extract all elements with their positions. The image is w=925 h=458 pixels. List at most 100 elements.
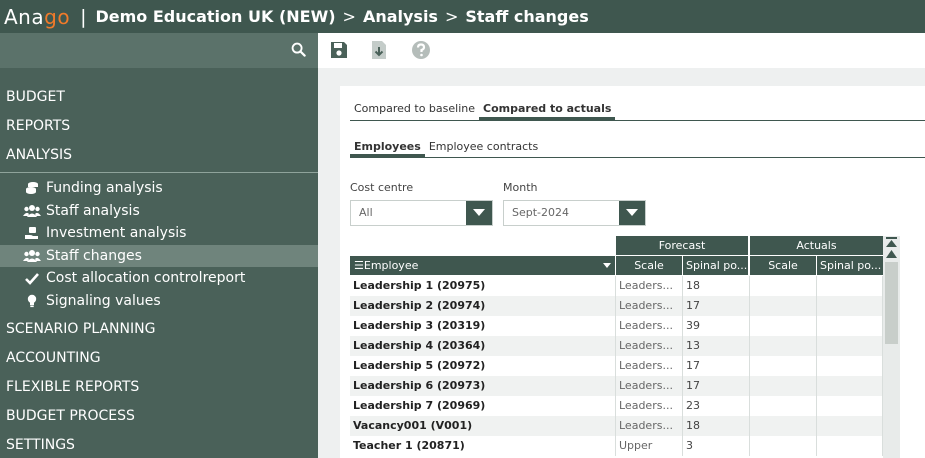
cell-forecast-scale[interactable]: Leaders... xyxy=(616,336,683,356)
cell-employee[interactable]: Leadership 4 (20364) xyxy=(350,336,616,356)
month-select[interactable]: Sept-2024 xyxy=(503,200,646,226)
sidebar-item-budget[interactable]: BUDGET xyxy=(0,83,318,112)
tab-compared-to-actuals[interactable]: Compared to actuals xyxy=(479,100,616,120)
chevron-down-icon[interactable] xyxy=(466,201,492,225)
column-header-actuals-spinal-point[interactable]: Spinal po... xyxy=(817,256,883,275)
cell-forecast-scale[interactable]: Leaders... xyxy=(616,356,683,376)
cell-actuals-spinal-point[interactable] xyxy=(817,296,883,316)
help-icon[interactable] xyxy=(411,40,431,60)
cell-employee[interactable]: Leadership 7 (20969) xyxy=(350,396,616,416)
scroll-top-icon[interactable] xyxy=(886,237,897,247)
cell-forecast-spinal-point[interactable]: 17 xyxy=(683,376,750,396)
sidebar-subitem-funding-analysis[interactable]: Funding analysis xyxy=(0,177,318,200)
cell-employee[interactable]: Vacancy001 (V001) xyxy=(350,416,616,436)
cell-forecast-spinal-point[interactable]: 39 xyxy=(683,316,750,336)
cell-forecast-spinal-point[interactable]: 17 xyxy=(683,356,750,376)
tab-employee-contracts[interactable]: Employee contracts xyxy=(425,138,542,157)
sidebar-subitem-label: Investment analysis xyxy=(46,225,187,242)
chevron-down-icon[interactable] xyxy=(603,263,611,268)
month-label: Month xyxy=(503,181,538,194)
sidebar-item-analysis[interactable]: ANALYSIS xyxy=(0,141,318,170)
month-value: Sept-2024 xyxy=(512,206,570,219)
sidebar-subitem-label: Staff changes xyxy=(46,247,142,264)
column-header-forecast-spinal-point[interactable]: Spinal po... xyxy=(683,256,748,275)
cell-actuals-spinal-point[interactable] xyxy=(817,316,883,336)
sidebar-item-budget-process[interactable]: BUDGET PROCESS xyxy=(0,402,318,431)
table-row[interactable]: Leadership 2 (20974) Leaders... 17 xyxy=(350,296,883,316)
search-icon[interactable] xyxy=(291,42,306,57)
cell-actuals-scale[interactable] xyxy=(750,316,817,336)
cell-actuals-spinal-point[interactable] xyxy=(817,396,883,416)
cell-employee[interactable]: Leadership 6 (20973) xyxy=(350,376,616,396)
cell-actuals-scale[interactable] xyxy=(750,436,817,456)
table-row[interactable]: Leadership 4 (20364) Leaders... 13 xyxy=(350,336,883,356)
table-row[interactable]: Leadership 5 (20972) Leaders... 17 xyxy=(350,356,883,376)
cell-forecast-scale[interactable]: Upper xyxy=(616,436,683,456)
cell-forecast-scale[interactable]: Leaders... xyxy=(616,296,683,316)
cell-forecast-spinal-point[interactable]: 23 xyxy=(683,396,750,416)
cell-forecast-scale[interactable]: Leaders... xyxy=(616,416,683,436)
cell-actuals-scale[interactable] xyxy=(750,396,817,416)
tab-compared-to-baseline[interactable]: Compared to baseline xyxy=(350,100,479,120)
table-row[interactable]: Leadership 1 (20975) Leaders... 18 xyxy=(350,276,883,296)
cell-forecast-spinal-point[interactable]: 18 xyxy=(683,416,750,436)
cell-forecast-scale[interactable]: Leaders... xyxy=(616,316,683,336)
chevron-down-icon[interactable] xyxy=(619,201,645,225)
sidebar-search-bar[interactable] xyxy=(0,33,318,68)
save-icon[interactable] xyxy=(329,40,349,60)
table-row[interactable]: Vacancy001 (V001) Leaders... 18 xyxy=(350,416,883,436)
users-icon xyxy=(0,249,46,263)
cell-actuals-scale[interactable] xyxy=(750,296,817,316)
table-row[interactable]: Leadership 6 (20973) Leaders... 17 xyxy=(350,376,883,396)
table-row[interactable]: Teacher 1 (20871) Upper 3 xyxy=(350,436,883,456)
cell-employee[interactable]: Leadership 5 (20972) xyxy=(350,356,616,376)
cell-forecast-spinal-point[interactable]: 18 xyxy=(683,276,750,296)
cell-actuals-scale[interactable] xyxy=(750,336,817,356)
menu-icon[interactable]: ☰ xyxy=(354,259,364,272)
table-row[interactable]: Leadership 3 (20319) Leaders... 39 xyxy=(350,316,883,336)
column-header-employee[interactable]: ☰Employee xyxy=(350,256,615,275)
sidebar-item-accounting[interactable]: ACCOUNTING xyxy=(0,344,318,373)
cell-employee[interactable]: Leadership 1 (20975) xyxy=(350,276,616,296)
column-header-forecast-scale[interactable]: Scale xyxy=(616,256,682,275)
cell-actuals-spinal-point[interactable] xyxy=(817,276,883,296)
table-row[interactable]: Leadership 7 (20969) Leaders... 23 xyxy=(350,396,883,416)
sidebar-item-reports[interactable]: REPORTS xyxy=(0,112,318,141)
cell-actuals-spinal-point[interactable] xyxy=(817,436,883,456)
cell-actuals-spinal-point[interactable] xyxy=(817,376,883,396)
cell-actuals-scale[interactable] xyxy=(750,276,817,296)
cell-employee[interactable]: Leadership 3 (20319) xyxy=(350,316,616,336)
cell-actuals-scale[interactable] xyxy=(750,416,817,436)
cell-actuals-spinal-point[interactable] xyxy=(817,416,883,436)
sidebar-subitem-signaling-values[interactable]: Signaling values xyxy=(0,290,318,313)
cell-forecast-scale[interactable]: Leaders... xyxy=(616,396,683,416)
logo[interactable]: Anago xyxy=(0,5,70,29)
sidebar-subitem-staff-analysis[interactable]: Staff analysis xyxy=(0,200,318,223)
cell-employee[interactable]: Teacher 1 (20871) xyxy=(350,436,616,456)
cost-centre-select[interactable]: All xyxy=(350,200,493,226)
cell-actuals-scale[interactable] xyxy=(750,376,817,396)
sidebar-subitem-staff-changes[interactable]: Staff changes xyxy=(0,244,318,268)
sidebar-item-flexible-reports[interactable]: FLEXIBLE REPORTS xyxy=(0,373,318,402)
cell-actuals-scale[interactable] xyxy=(750,356,817,376)
sidebar-subitem-cost-allocation[interactable]: Cost allocation controlreport xyxy=(0,267,318,290)
breadcrumb-analysis[interactable]: Analysis xyxy=(363,7,438,26)
sidebar-item-settings[interactable]: SETTINGS xyxy=(0,431,318,458)
cell-forecast-scale[interactable]: Leaders... xyxy=(616,276,683,296)
cell-forecast-scale[interactable]: Leaders... xyxy=(616,376,683,396)
export-icon[interactable] xyxy=(369,40,389,60)
breadcrumb-org[interactable]: Demo Education UK (NEW) xyxy=(95,7,335,26)
sidebar-item-scenario-planning[interactable]: SCENARIO PLANNING xyxy=(0,315,318,344)
scroll-thumb[interactable] xyxy=(885,262,898,344)
cell-employee[interactable]: Leadership 2 (20974) xyxy=(350,296,616,316)
cell-actuals-spinal-point[interactable] xyxy=(817,356,883,376)
column-header-actuals-scale[interactable]: Scale xyxy=(750,256,816,275)
cell-forecast-spinal-point[interactable]: 13 xyxy=(683,336,750,356)
tab-employees[interactable]: Employees xyxy=(350,138,425,157)
sidebar-subitem-investment-analysis[interactable]: Investment analysis xyxy=(0,222,318,245)
cell-forecast-spinal-point[interactable]: 17 xyxy=(683,296,750,316)
grid-scrollbar[interactable] xyxy=(883,236,900,458)
cell-actuals-spinal-point[interactable] xyxy=(817,336,883,356)
cell-forecast-spinal-point[interactable]: 3 xyxy=(683,436,750,456)
scroll-up-icon[interactable] xyxy=(886,250,897,258)
